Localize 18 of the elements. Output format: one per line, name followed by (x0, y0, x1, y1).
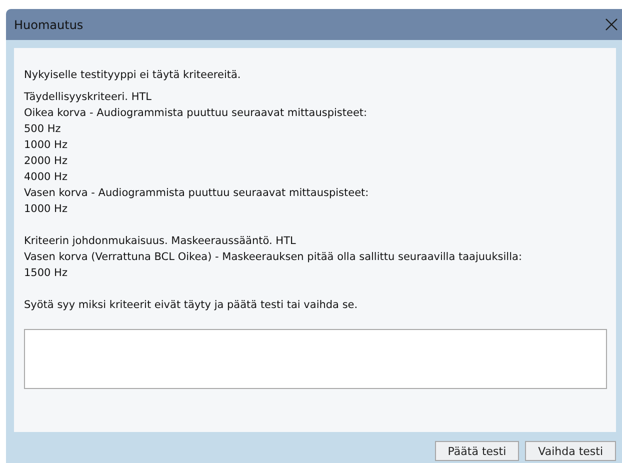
message-line: Vasen korva - Audiogrammista puuttuu seuraavat mittauspisteet: (24, 186, 370, 201)
message-line: Vasen korva (Verrattuna BCL Oikea) - Maskeerauksen pitää olla sallittu seuraavilla taajuuksilla: (24, 250, 523, 265)
dialog-button[interactable]: Vaihda testi (525, 441, 616, 461)
close-icon[interactable] (605, 18, 618, 31)
message-line: Nykyiselle testityyppi ei täytä kriteereitä. (24, 68, 242, 83)
message-line: 1500 Hz (24, 266, 68, 281)
reason-field[interactable] (24, 329, 607, 389)
message-line: Oikea korva - Audiogrammista puuttuu seuraavat mittauspisteet: (24, 106, 368, 121)
message-line: Syötä syy miksi kriteerit eivät täyty ja päätä testi tai vaihda se. (24, 298, 359, 313)
window-title: Huomautus (14, 18, 84, 32)
message-line: Täydellisyyskriteeri. HTL (24, 90, 153, 105)
dialog-button[interactable]: Päätä testi (434, 441, 520, 461)
message-line: 1000 Hz (24, 138, 68, 153)
message-line: 4000 Hz (24, 170, 68, 185)
message-line: 500 Hz (24, 122, 62, 137)
message-line: Kriteerin johdonmukaisuus. Maskeeraussääntö. HTL (24, 234, 297, 249)
message-line: 2000 Hz (24, 154, 68, 169)
message-line: 1000 Hz (24, 202, 68, 217)
